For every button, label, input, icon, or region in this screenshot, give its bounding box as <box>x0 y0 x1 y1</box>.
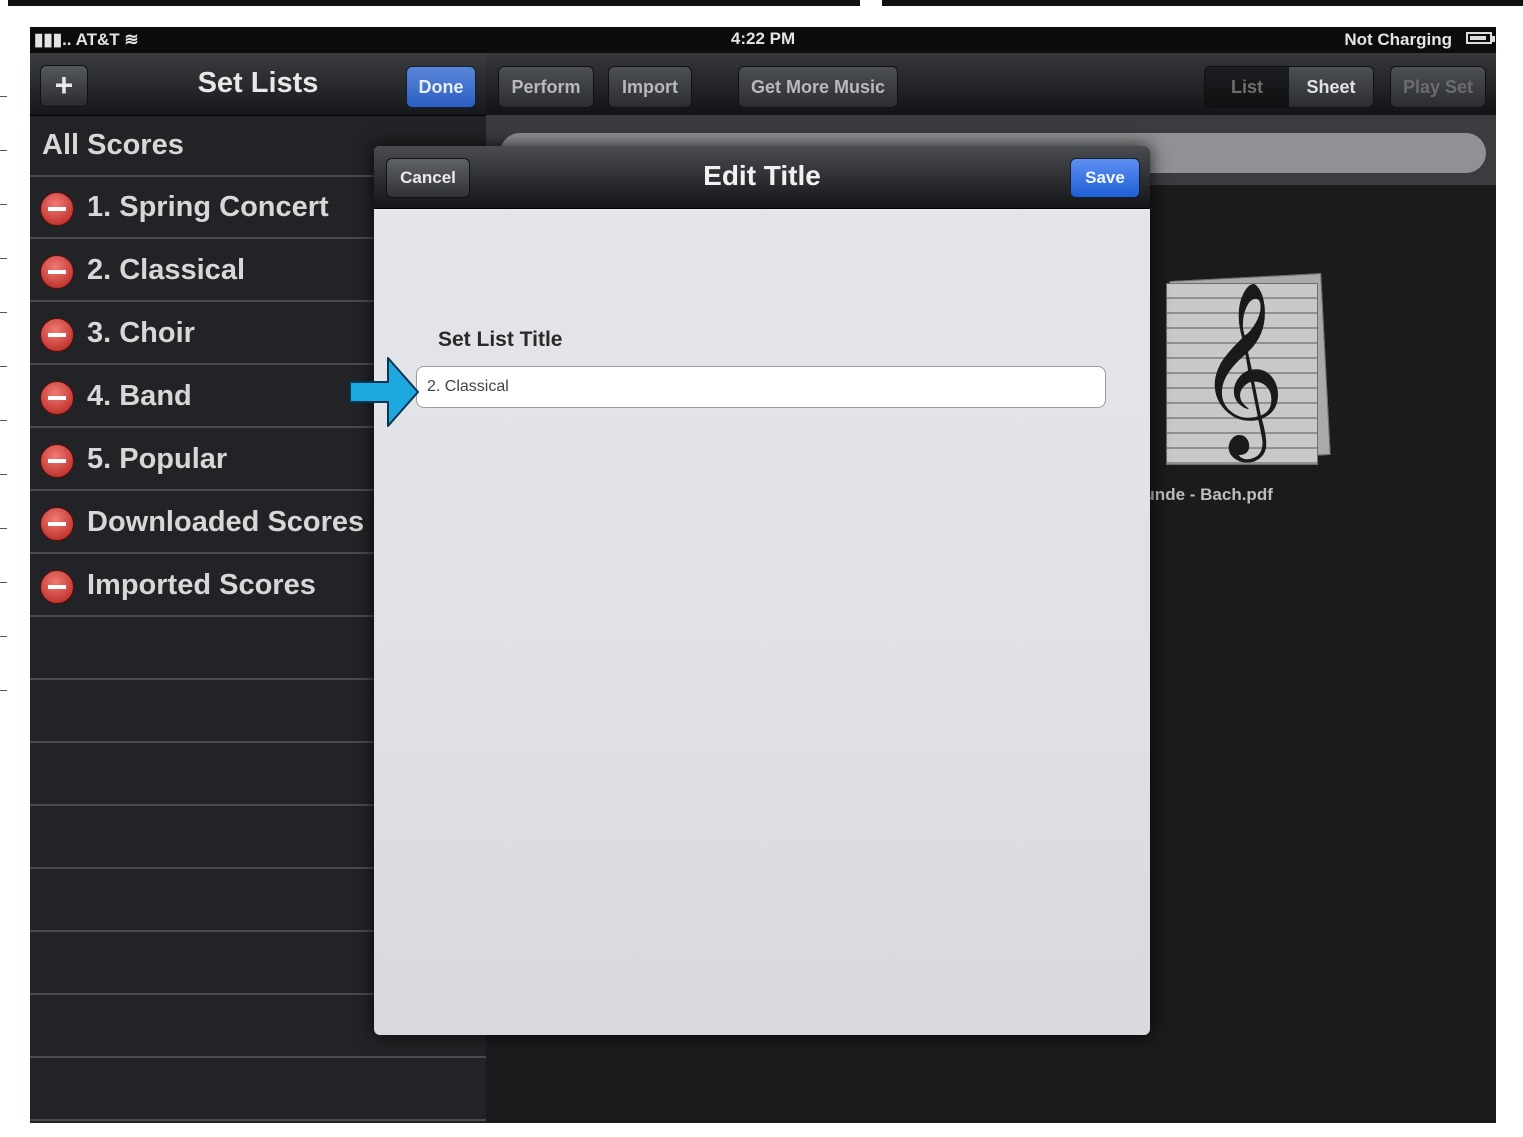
sidebar-item-label: Imported Scores <box>87 569 316 601</box>
battery-icon <box>1466 32 1492 44</box>
sidebar-item-label: 3. Choir <box>87 317 195 349</box>
empty-row <box>30 1059 486 1121</box>
delete-minus-icon[interactable] <box>40 381 74 415</box>
delete-minus-icon[interactable] <box>40 570 74 604</box>
delete-minus-icon[interactable] <box>40 507 74 541</box>
score-file-thumbnail[interactable]: 𝄞 <box>1166 273 1336 475</box>
edit-title-dialog: Cancel Edit Title Save Set List Title <box>374 146 1150 1035</box>
set-list-title-field[interactable] <box>416 366 1106 408</box>
screenshot-left-margin <box>0 0 8 1137</box>
sidebar-item-label: Downloaded Scores <box>87 506 365 538</box>
treble-clef-icon: 𝄞 <box>1196 281 1286 455</box>
get-more-music-button[interactable]: Get More Music <box>738 66 898 108</box>
delete-minus-icon[interactable] <box>40 192 74 226</box>
callout-arrow-icon <box>349 357 419 427</box>
dialog-title: Edit Title <box>703 160 821 191</box>
status-bar: ▮▮▮.. AT&T ≋ 4:22 PM Not Charging <box>30 27 1496 53</box>
dialog-nav-bar: Cancel Edit Title Save <box>374 146 1150 209</box>
clock: 4:22 PM <box>730 29 796 48</box>
sidebar-item-label: 5. Popular <box>87 443 228 475</box>
sidebar-item-label: 2. Classical <box>87 254 245 286</box>
main-toolbar: Perform Import Get More Music List Sheet… <box>486 53 1496 116</box>
save-button[interactable]: Save <box>1070 158 1140 198</box>
battery-tip <box>1492 36 1495 42</box>
delete-minus-icon[interactable] <box>40 318 74 352</box>
charging-status: Not Charging <box>1344 30 1452 49</box>
done-button[interactable]: Done <box>406 66 476 108</box>
play-set-button[interactable]: Play Set <box>1390 66 1486 108</box>
sidebar-item-label: 1. Spring Concert <box>87 191 329 223</box>
sidebar-item-label: All Scores <box>42 129 184 161</box>
screenshot-frame-top-right <box>882 0 1523 6</box>
screenshot-frame-top-left <box>0 0 860 6</box>
view-sheet-segment[interactable]: Sheet <box>1289 67 1373 107</box>
perform-button[interactable]: Perform <box>498 66 594 108</box>
sidebar-nav-bar: + Set Lists Done <box>30 53 486 116</box>
set-list-title-label: Set List Title <box>438 328 563 351</box>
sidebar-item-label: 4. Band <box>87 380 192 412</box>
import-button[interactable]: Import <box>608 66 692 108</box>
delete-minus-icon[interactable] <box>40 444 74 478</box>
view-list-segment[interactable]: List <box>1205 67 1289 107</box>
view-mode-segmented-control: List Sheet <box>1204 66 1374 108</box>
delete-minus-icon[interactable] <box>40 255 74 289</box>
